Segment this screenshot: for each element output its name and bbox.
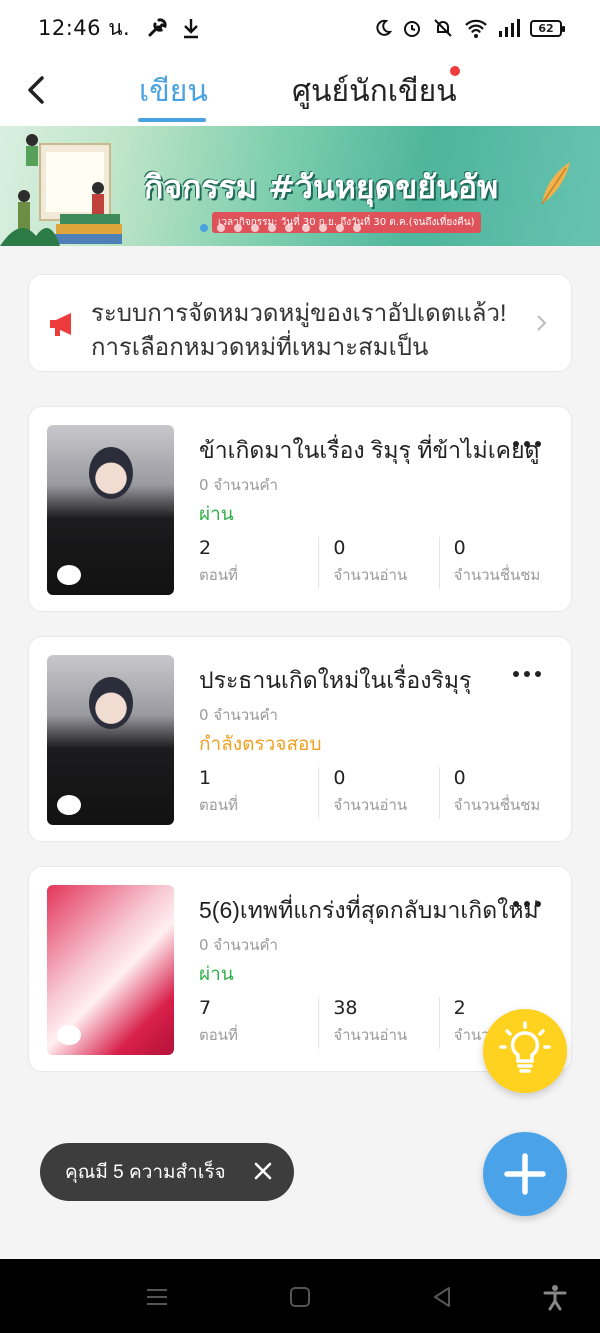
more-options-icon[interactable]: [513, 671, 543, 679]
stat-value: 2: [199, 537, 212, 559]
comment-bubble-icon: [57, 1025, 81, 1045]
stat-label: จำนวนชื่นชม: [453, 567, 541, 584]
pagination-dot[interactable]: [217, 224, 225, 232]
more-options-icon[interactable]: [513, 901, 543, 909]
banner-pagination: [200, 224, 361, 232]
event-banner[interactable]: กิจกรรม #วันหยุดขยันอัพ เวลากิจกรรม: วัน…: [0, 126, 600, 246]
back-triangle-icon[interactable]: [428, 1283, 456, 1311]
active-tab-indicator: [138, 118, 206, 122]
story-cover-image: [47, 655, 174, 825]
wifi-icon: [465, 19, 487, 38]
story-card[interactable]: ข้าเกิดมาในเรื่อง ริมุรุ ที่ข้าไม่เคยดู …: [28, 406, 572, 612]
story-stats: 2 ตอนที่ 0 จำนวนอ่าน 0 จำนวนชื่นชม: [199, 537, 559, 589]
status-right-icons: 62: [374, 18, 565, 38]
stat-reads: 0 จำนวนอ่าน: [318, 767, 438, 819]
plus-icon: [504, 1153, 546, 1195]
story-cover-image: [47, 425, 174, 595]
stat-chapters: 1 ตอนที่: [199, 767, 318, 819]
moon-icon: [376, 19, 392, 36]
word-count: 0 จำนวนคำ: [199, 476, 278, 494]
feather-icon: [541, 162, 570, 205]
stat-value: 0: [453, 537, 466, 559]
chevron-right-icon: [537, 315, 547, 331]
pagination-dot[interactable]: [200, 224, 208, 232]
stat-value: 0: [333, 767, 346, 789]
stat-label: ตอนที่: [199, 1027, 238, 1044]
stat-chapters: 7 ตอนที่: [199, 997, 318, 1049]
stat-reads: 38 จำนวนอ่าน: [318, 997, 438, 1049]
comment-bubble-icon: [57, 795, 81, 815]
close-icon[interactable]: [252, 1160, 274, 1182]
accessibility-icon[interactable]: [541, 1283, 569, 1311]
banner-illustration: [0, 134, 122, 246]
status-bar: 12:46 น. 62: [0, 0, 600, 56]
status-left-icons: [146, 17, 200, 39]
pagination-dot[interactable]: [353, 224, 361, 232]
story-title: ประธานเกิดใหม่ในเรื่องริมุรุ: [199, 667, 472, 693]
cover-character: [89, 677, 133, 729]
word-count: 0 จำนวนคำ: [199, 706, 278, 724]
stat-value: 7: [199, 997, 212, 1019]
tab-write[interactable]: เขียน: [139, 68, 208, 115]
pagination-dot[interactable]: [302, 224, 310, 232]
menu-icon[interactable]: [143, 1283, 171, 1311]
stat-value: 1: [199, 767, 212, 789]
signal-icon: [499, 19, 520, 37]
pagination-dot[interactable]: [336, 224, 344, 232]
status-badge: ผ่าน: [199, 964, 234, 985]
banner-title: กิจกรรม #วันหยุดขยันอัพ: [144, 168, 499, 206]
stat-likes: 0 จำนวนชื่นชม: [438, 767, 559, 819]
story-cover-image: [47, 885, 174, 1055]
add-story-button[interactable]: [483, 1132, 567, 1216]
pagination-dot[interactable]: [251, 224, 259, 232]
mute-bell-icon: [434, 19, 452, 37]
pagination-dot[interactable]: [319, 224, 327, 232]
comment-bubble-icon: [57, 565, 81, 585]
story-stats: 1 ตอนที่ 0 จำนวนอ่าน 0 จำนวนชื่นชม: [199, 767, 559, 819]
cover-character: [89, 447, 133, 499]
story-card[interactable]: ประธานเกิดใหม่ในเรื่องริมุรุ 0 จำนวนคำ ก…: [28, 636, 572, 842]
story-title: ข้าเกิดมาในเรื่อง ริมุรุ ที่ข้าไม่เคยดู: [199, 437, 540, 463]
stat-label: จำนวนอ่าน: [333, 1027, 408, 1044]
story-title: 5(6)เทพที่แกร่งที่สุดกลับมาเกิดใหม่: [199, 897, 539, 923]
back-arrow-icon[interactable]: [22, 72, 54, 108]
idea-button[interactable]: [483, 1009, 567, 1093]
notification-dot: [450, 66, 460, 76]
stat-likes: 0 จำนวนชื่นชม: [438, 537, 559, 589]
status-badge: กำลังตรวจสอบ: [199, 734, 322, 755]
stat-label: จำนวนอ่าน: [333, 567, 408, 584]
word-count: 0 จำนวนคำ: [199, 936, 278, 954]
stat-label: ตอนที่: [199, 797, 238, 814]
achievement-toast: คุณมี 5 ความสำเร็จ: [40, 1143, 294, 1201]
pagination-dot[interactable]: [234, 224, 242, 232]
status-time: 12:46 น.: [38, 15, 131, 40]
toast-text: คุณมี 5 ความสำเร็จ: [65, 1162, 226, 1183]
stat-label: ตอนที่: [199, 567, 238, 584]
tab-writer-center[interactable]: ศูนย์นักเขียน: [292, 68, 457, 115]
announcement-card[interactable]: ระบบการจัดหมวดหมู่ของเราอัปเดตแล้ว! การเ…: [28, 274, 572, 372]
home-icon[interactable]: [286, 1283, 314, 1311]
lightbulb-icon: [499, 1021, 551, 1073]
stat-value: 0: [333, 537, 346, 559]
more-options-icon[interactable]: [513, 441, 543, 449]
alarm-icon: [404, 21, 420, 37]
stat-label: จำนวนอ่าน: [333, 797, 408, 814]
top-navigation: เขียน ศูนย์นักเขียน: [0, 56, 600, 126]
pagination-dot[interactable]: [285, 224, 293, 232]
stat-value: 38: [333, 997, 358, 1019]
pagination-dot[interactable]: [268, 224, 276, 232]
system-navigation-bar: [0, 1259, 600, 1333]
stat-value: 0: [453, 767, 466, 789]
announcement-text: ระบบการจัดหมวดหมู่ของเราอัปเดตแล้ว! การเ…: [91, 300, 507, 355]
battery-icon: 62: [530, 19, 565, 37]
stat-chapters: 2 ตอนที่: [199, 537, 318, 589]
status-badge: ผ่าน: [199, 504, 234, 525]
stat-label: จำนวนชื่นชม: [453, 797, 541, 814]
download-icon: [184, 19, 199, 39]
wrench-icon: [148, 18, 167, 37]
stat-reads: 0 จำนวนอ่าน: [318, 537, 438, 589]
megaphone-icon: [50, 313, 71, 336]
